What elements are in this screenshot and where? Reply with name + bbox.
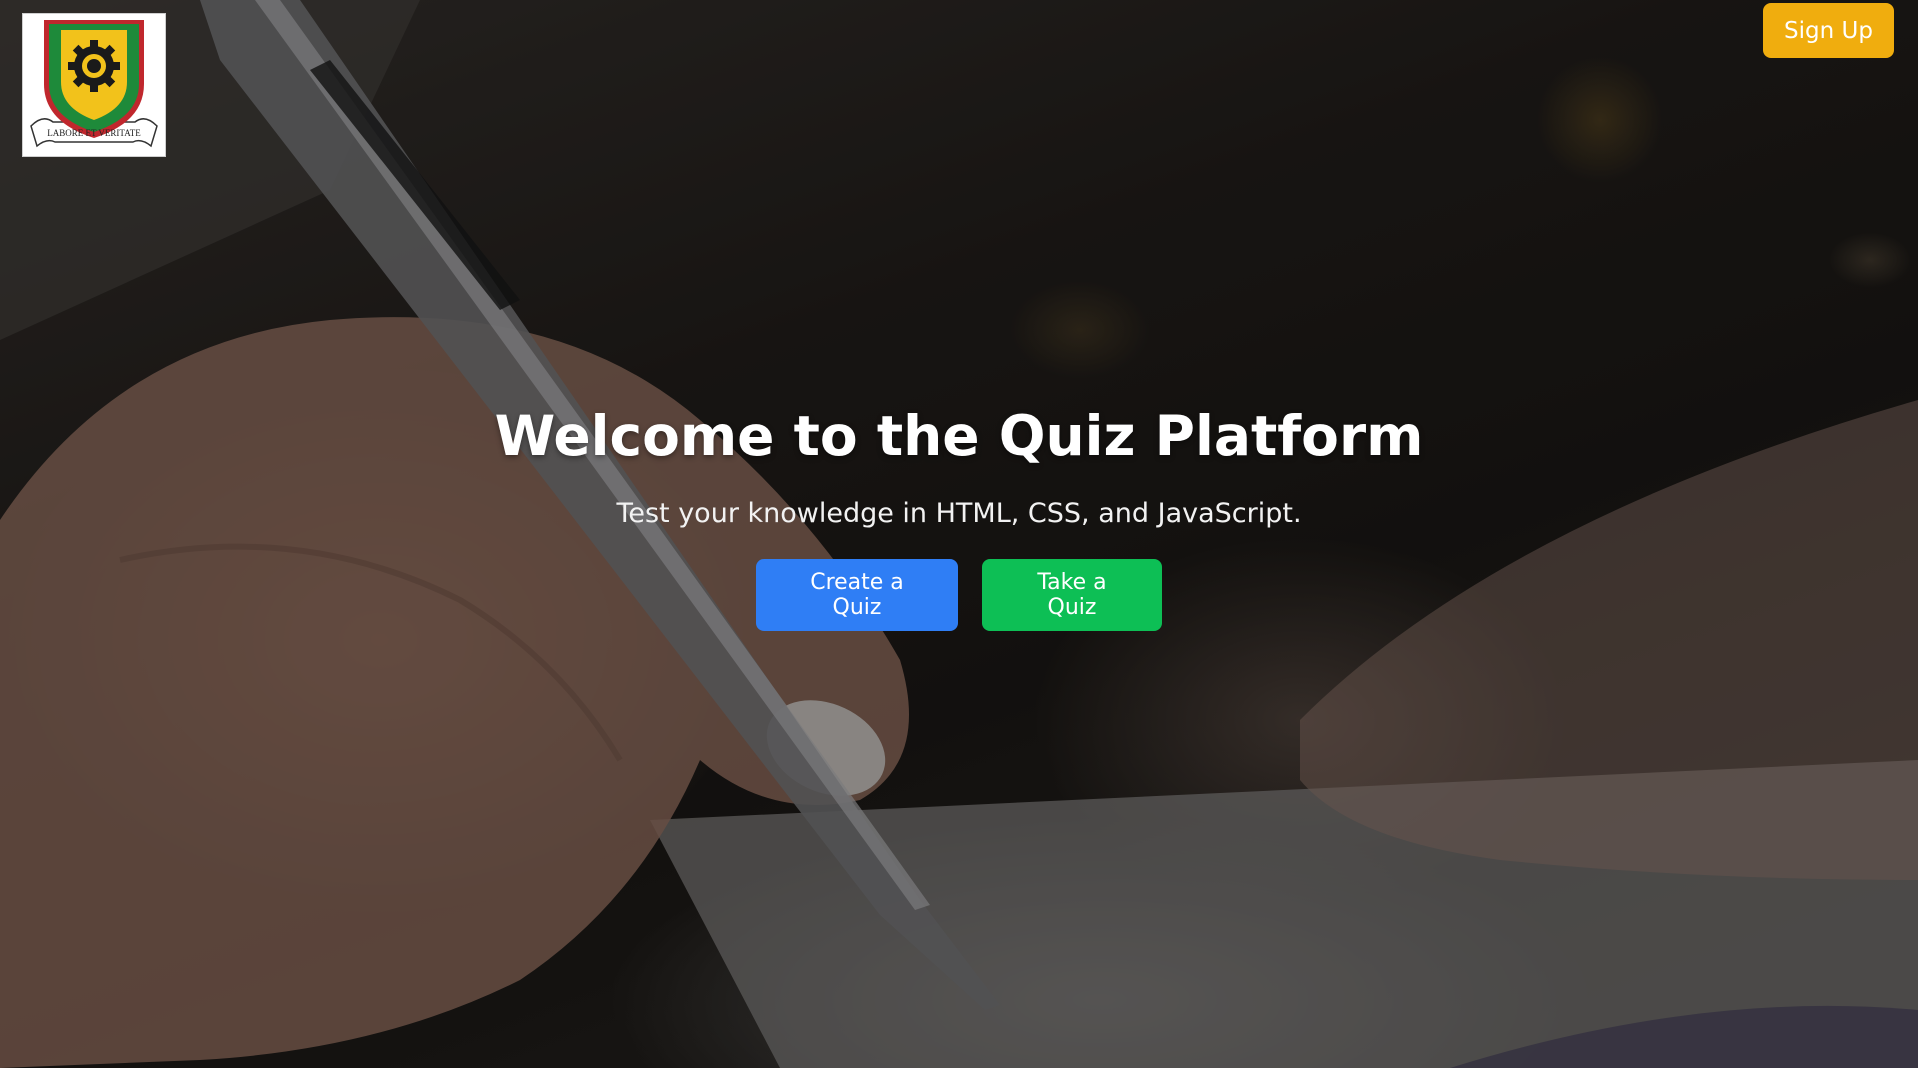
create-quiz-button[interactable]: Create a Quiz	[756, 559, 958, 631]
logo-motto: LABORE ET VERITATE	[47, 128, 141, 138]
page-title: Welcome to the Quiz Platform	[494, 404, 1424, 468]
hero-actions: Create a Quiz Take a Quiz	[0, 559, 1918, 631]
signup-button[interactable]: Sign Up	[1763, 3, 1894, 58]
crest-icon: LABORE ET VERITATE	[30, 20, 158, 148]
landing-page: LABORE ET VERITATE Sign Up Welcome to th…	[0, 0, 1918, 1068]
university-logo[interactable]: LABORE ET VERITATE	[22, 13, 166, 157]
page-subtitle: Test your knowledge in HTML, CSS, and Ja…	[616, 498, 1302, 529]
hero-section: Welcome to the Quiz Platform Test your k…	[0, 404, 1918, 631]
take-quiz-button[interactable]: Take a Quiz	[982, 559, 1162, 631]
